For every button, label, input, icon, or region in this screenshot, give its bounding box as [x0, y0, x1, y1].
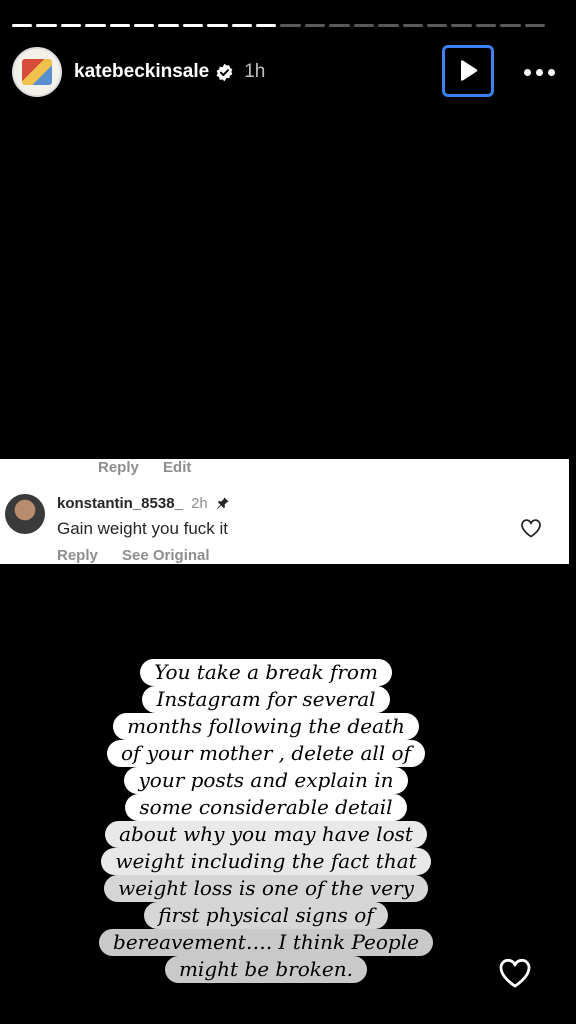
story-text-line: weight loss is one of the very	[104, 875, 428, 902]
story-progress-bar	[12, 24, 545, 28]
story-text-line: your posts and explain in	[124, 767, 408, 794]
progress-segment	[500, 24, 521, 27]
commenter-username[interactable]: konstantin_8538_	[57, 495, 183, 512]
story-text-line: some considerable detail	[125, 794, 407, 821]
story-text-line: bereavement…. I think People	[99, 929, 433, 956]
previous-comment-actions: Reply Edit	[98, 459, 211, 476]
progress-segment	[475, 24, 497, 27]
commenter-avatar[interactable]	[5, 494, 45, 534]
progress-segment	[158, 24, 179, 27]
story-text-line: weight including the fact that	[101, 848, 431, 875]
progress-segment	[329, 24, 350, 27]
play-button[interactable]	[442, 45, 494, 97]
progress-segment	[182, 24, 204, 27]
story-text-line: first physical signs of	[144, 902, 388, 929]
heart-outline-icon[interactable]	[519, 516, 543, 540]
dot	[535, 68, 543, 76]
progress-segment	[426, 24, 448, 27]
progress-segment	[134, 24, 155, 27]
see-original-link[interactable]: See Original	[122, 547, 210, 564]
progress-segment	[353, 24, 375, 27]
comment-screenshot: Reply Edit konstantin_8538_ 2h Gain weig…	[0, 459, 569, 564]
progress-segment	[378, 24, 399, 27]
story-text-line: might be broken.	[164, 956, 368, 983]
more-options-icon[interactable]	[514, 58, 564, 86]
story-text-line: months following the death	[113, 713, 419, 740]
progress-segment	[60, 24, 82, 27]
play-icon	[461, 60, 478, 81]
progress-segment	[36, 24, 57, 27]
comment-text: Gain weight you fuck it	[57, 519, 229, 538]
progress-segment	[304, 24, 326, 27]
progress-segment	[207, 24, 228, 27]
profile-avatar-icon[interactable]	[12, 47, 62, 97]
story-text-overlay: You take a break from Instagram for sever…	[86, 659, 446, 983]
comment-time: 2h	[191, 495, 208, 512]
progress-segment	[524, 24, 545, 27]
story-time: 1h	[244, 61, 266, 82]
progress-segment	[256, 24, 277, 27]
comment-header: konstantin_8538_ 2h	[57, 495, 230, 512]
story-text-line: You take a break from	[140, 659, 392, 686]
progress-segment	[12, 24, 33, 27]
reply-link[interactable]: Reply	[98, 459, 139, 476]
progress-segment	[231, 24, 253, 27]
story-text-line: about why you may have lost	[105, 821, 427, 848]
dot	[547, 68, 555, 76]
comment-actions: Reply See Original	[57, 547, 230, 564]
progress-segment	[85, 24, 106, 27]
edit-link[interactable]: Edit	[163, 459, 191, 476]
heart-outline-icon[interactable]	[497, 955, 533, 989]
reply-link[interactable]: Reply	[57, 547, 98, 564]
progress-segment	[109, 24, 131, 27]
story-username[interactable]: katebeckinsale	[74, 61, 209, 83]
dot	[523, 68, 531, 76]
story-text-line: of your mother , delete all of	[107, 740, 425, 767]
story-text-line: Instagram for several	[142, 686, 390, 713]
progress-segment	[402, 24, 423, 27]
progress-segment	[451, 24, 472, 27]
progress-segment	[280, 24, 301, 27]
story-header: katebeckinsale 1h	[12, 44, 564, 100]
pin-icon	[217, 497, 229, 509]
verified-badge-icon	[216, 63, 233, 81]
avatar-image	[22, 59, 52, 85]
